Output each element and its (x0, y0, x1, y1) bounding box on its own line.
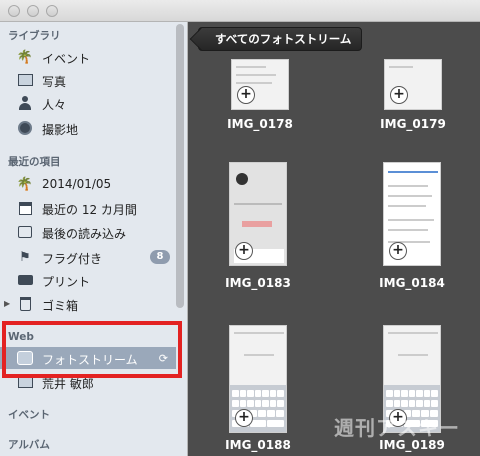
sidebar-item-flagged[interactable]: ⚑ フラグ付き 8 (0, 246, 176, 268)
add-icon: + (235, 409, 253, 427)
photo-caption: IMG_0179 (380, 117, 446, 131)
section-events: イベント (8, 409, 50, 421)
person-icon (16, 95, 34, 111)
close-window-button[interactable] (8, 5, 20, 17)
disclosure-triangle-icon[interactable]: ▶ (4, 299, 10, 308)
sidebar-item-print[interactable]: プリント (0, 269, 176, 291)
photo-icon (16, 72, 34, 88)
sidebar-item-label: ゴミ箱 (42, 299, 79, 313)
photo-thumbnail[interactable]: + (231, 59, 289, 110)
sidebar-scrollbar[interactable] (176, 24, 184, 308)
sidebar-item-label: 最近の 12 カ月間 (42, 203, 137, 217)
sidebar-item-label: 撮影地 (42, 123, 79, 137)
add-icon: + (390, 86, 408, 104)
sidebar-item-places[interactable]: 撮影地 (0, 117, 176, 139)
add-icon: + (237, 86, 255, 104)
highlight-box (2, 321, 182, 378)
printer-icon (16, 272, 34, 288)
photo-thumbnail[interactable]: + (384, 59, 442, 110)
sidebar-item-photos[interactable]: 写真 (0, 69, 176, 91)
sidebar-item-label: フラグ付き (42, 252, 103, 266)
add-icon: + (235, 242, 253, 260)
minimize-window-button[interactable] (27, 5, 39, 17)
section-library: ライブラリ (8, 30, 61, 42)
photo-thumbnail[interactable]: + (383, 162, 441, 266)
flag-icon: ⚑ (19, 249, 31, 265)
sidebar: ライブラリ 🌴 イベント 写真 人々 撮影地 最近の項目 🌴 2014/01/0… (0, 22, 188, 456)
section-recent: 最近の項目 (8, 156, 61, 168)
import-icon (16, 224, 34, 240)
photo-caption: IMG_0178 (227, 117, 293, 131)
section-albums: アルバム (8, 439, 50, 451)
photo-thumbnail[interactable]: + (229, 325, 287, 433)
sidebar-item-last-import[interactable]: 最後の読み込み (0, 221, 176, 243)
sidebar-item-label: 写真 (42, 75, 67, 89)
trash-icon (16, 296, 34, 312)
photo-thumbnail[interactable]: + (229, 162, 287, 266)
photo-caption: IMG_0184 (379, 276, 445, 290)
sidebar-item-label: 人々 (42, 98, 67, 112)
palm-tree-icon: 🌴 (16, 176, 34, 192)
add-icon: + (389, 242, 407, 260)
photo-browser: すべてのフォトストリーム + IMG_0178 + IMG_0179 + IMG… (188, 22, 480, 456)
sidebar-item-events[interactable]: 🌴 イベント (0, 46, 176, 68)
calendar-icon (16, 200, 34, 216)
sidebar-item-label: 最後の読み込み (42, 227, 127, 241)
flagged-count-badge: 8 (150, 250, 170, 264)
sidebar-item-last-12-months[interactable]: 最近の 12 カ月間 (0, 197, 176, 219)
zoom-window-button[interactable] (46, 5, 58, 17)
sidebar-item-label: イベント (42, 52, 91, 66)
photo-caption: IMG_0188 (225, 438, 291, 452)
watermark: 週刊アスキー (334, 416, 460, 440)
sidebar-item-last-event[interactable]: 🌴 2014/01/05 (0, 173, 176, 195)
sidebar-item-people[interactable]: 人々 (0, 92, 176, 114)
palm-tree-icon: 🌴 (16, 49, 34, 65)
window-titlebar (0, 0, 480, 22)
sidebar-item-label: プリント (42, 275, 91, 289)
sidebar-item-trash[interactable]: ▶ ゴミ箱 (0, 293, 176, 315)
globe-icon (16, 120, 34, 136)
back-to-all-photostreams-button[interactable]: すべてのフォトストリーム (198, 27, 363, 51)
photo-caption: IMG_0183 (225, 276, 291, 290)
sidebar-item-label: 2014/01/05 (42, 177, 112, 191)
